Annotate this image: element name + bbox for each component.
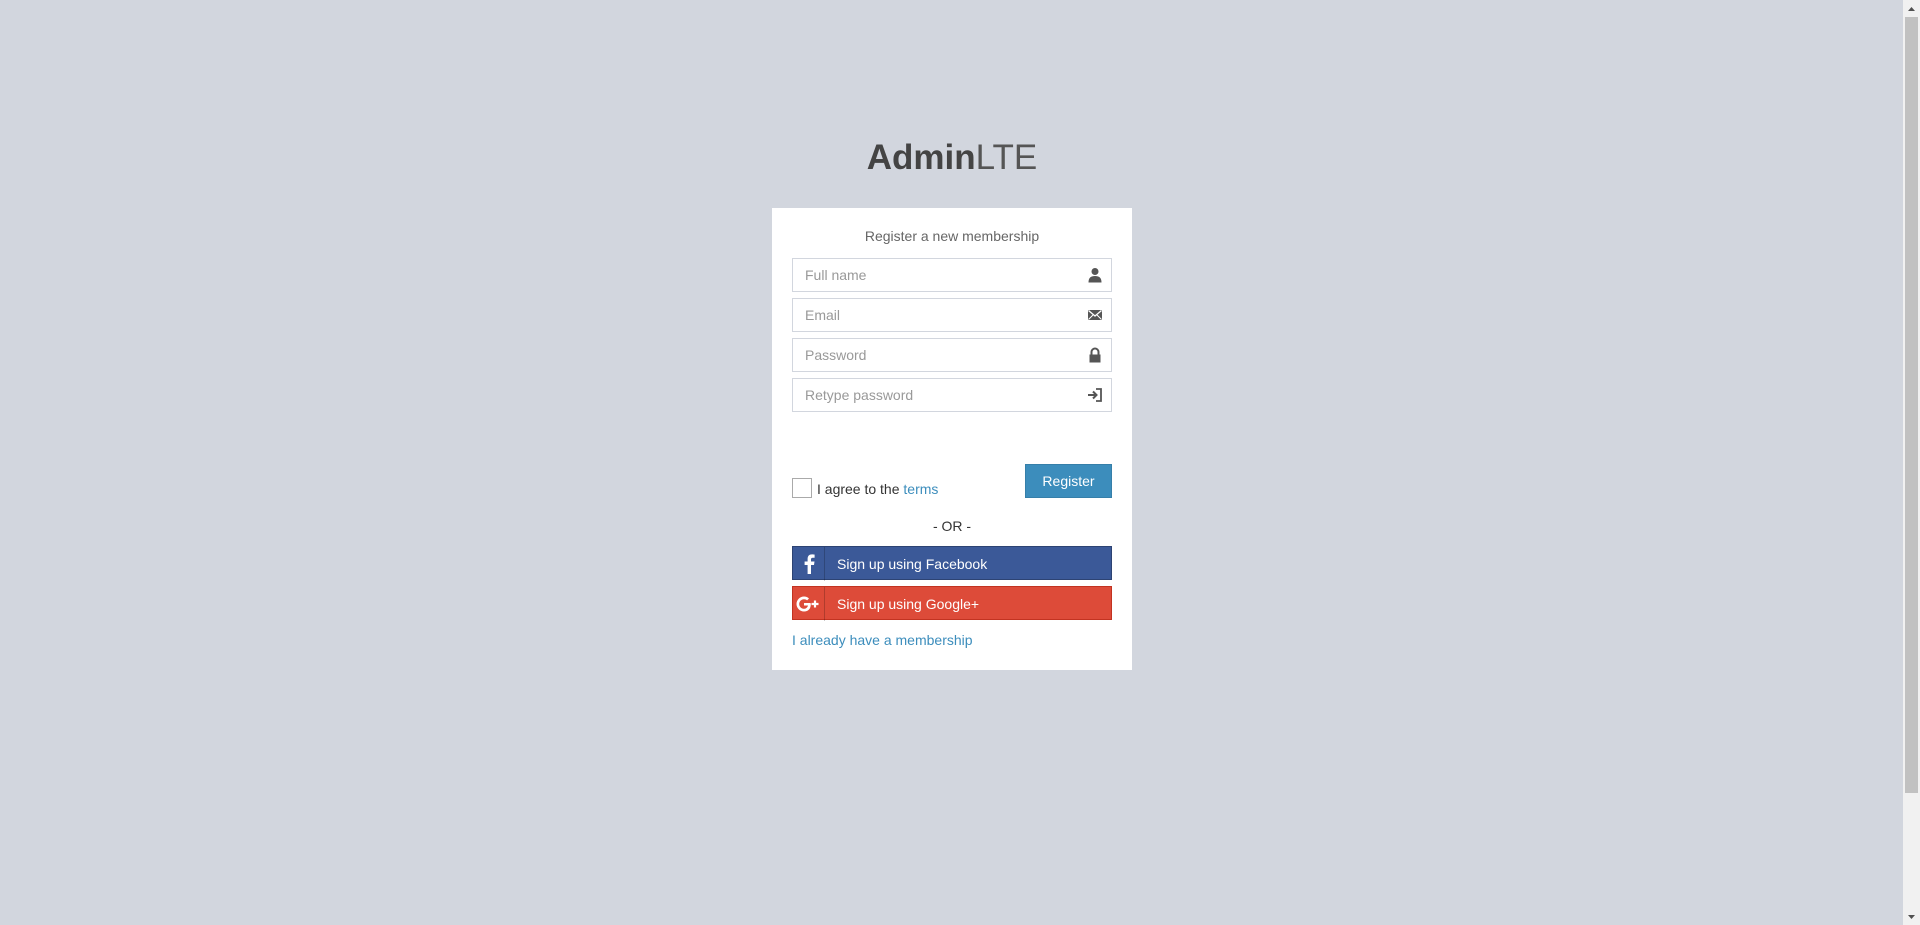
facebook-signup-button[interactable]: Sign up using Facebook: [792, 546, 1112, 581]
scrollbar-thumb[interactable]: [1905, 17, 1918, 793]
logo-light-text: LTE: [975, 138, 1038, 177]
email-input[interactable]: [793, 299, 1111, 331]
agree-checkbox[interactable]: [792, 478, 812, 498]
retype-password-field: [792, 378, 1112, 412]
retype-password-input[interactable]: [793, 379, 1111, 411]
scroll-down-arrow-icon[interactable]: [1903, 908, 1920, 925]
register-box: Register a new membership Full name Emai…: [772, 208, 1132, 670]
google-signup-label: Sign up using Google+: [837, 596, 980, 612]
password-input[interactable]: [793, 339, 1111, 371]
or-separator: - OR -: [932, 518, 972, 534]
logo[interactable]: AdminLTE: [0, 134, 1904, 182]
logo-bold-text: Admin: [866, 138, 976, 177]
full-name-field: [792, 258, 1112, 292]
register-button[interactable]: Register: [1025, 464, 1112, 498]
facebook-signup-label: Sign up using Facebook: [837, 556, 988, 572]
facebook-icon: [793, 547, 825, 581]
user-icon: [1088, 268, 1102, 283]
terms-link[interactable]: terms: [903, 481, 938, 497]
vertical-scrollbar[interactable]: [1903, 0, 1920, 925]
log-in-icon: [1088, 388, 1102, 402]
scroll-up-arrow-icon[interactable]: [1903, 0, 1920, 17]
lock-icon: [1089, 347, 1101, 363]
email-field: [792, 298, 1112, 332]
agree-label: I agree to the terms: [817, 481, 938, 497]
password-field: [792, 338, 1112, 372]
agree-prefix: I agree to the: [817, 481, 904, 497]
full-name-input[interactable]: [793, 259, 1111, 291]
register-page: AdminLTE Register a new membership Full …: [0, 0, 1920, 925]
already-member-link[interactable]: I already have a membership: [792, 632, 973, 648]
register-box-message: Register a new membership: [864, 228, 1040, 244]
google-plus-icon: [793, 587, 825, 621]
envelope-icon: [1088, 310, 1102, 320]
google-signup-button[interactable]: Sign up using Google+: [792, 586, 1112, 621]
